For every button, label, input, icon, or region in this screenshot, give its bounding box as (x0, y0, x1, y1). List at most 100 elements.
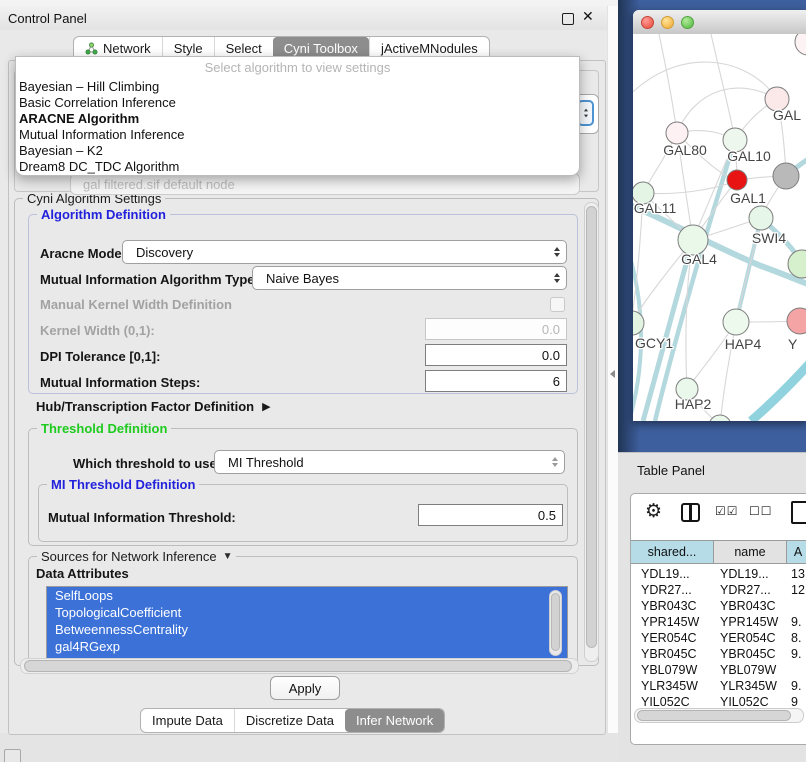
dropdown-item[interactable]: Mutual Information Inference (16, 127, 579, 143)
checkbox-unchecked-icon[interactable]: ☐☐ (749, 504, 773, 518)
node-gray[interactable] (773, 163, 799, 189)
tab-discretize-data[interactable]: Discretize Data (234, 709, 345, 732)
node-salmon[interactable] (787, 308, 806, 334)
settings-vertical-scrollbar[interactable] (584, 202, 599, 662)
tab-impute-data[interactable]: Impute Data (141, 709, 234, 732)
column-header-shared-name[interactable]: shared... (631, 541, 714, 563)
tab-network-label: Network (103, 41, 151, 56)
node-label: HAP2 (675, 396, 712, 412)
node-label: GAL80 (663, 142, 707, 158)
network-desktop: GAL GAL80 GAL10 GAL1 GAL11 GAL4 SWI4 GCY… (618, 0, 806, 452)
node-table-window: ⚙ ☑☑ ☐☐ shared... name A YDL19...YDL19..… (630, 493, 806, 745)
dropdown-item[interactable]: Dream8 DC_TDC Algorithm (16, 159, 579, 175)
gear-icon[interactable]: ⚙ (645, 500, 662, 523)
app-screen: Control Panel ✕ Network Style Select Cyn… (0, 0, 806, 762)
algorithm-dropdown-popup: Select algorithm to view settings Bayesi… (15, 56, 580, 176)
cyni-bottom-tabs: Impute Data Discretize Data Infer Networ… (140, 708, 445, 733)
manual-kernel-checkbox[interactable] (550, 297, 565, 312)
combo-stepper-icon (552, 457, 558, 467)
bottom-left-window-icon[interactable] (4, 749, 21, 762)
settings-horizontal-scrollbar[interactable] (20, 658, 579, 674)
threshold-definition-title: Threshold Definition (37, 421, 171, 436)
node-label: HAP4 (725, 336, 762, 352)
sources-group-title-row[interactable]: Sources for Network Inference ▼ (37, 549, 236, 564)
hub-definition-expander[interactable]: Hub/Transcription Factor Definition ▶ (36, 399, 271, 414)
node-label: GCY1 (635, 335, 673, 351)
attributes-scrollbar[interactable] (549, 590, 562, 656)
checkbox-checked-icon[interactable]: ☑☑ (715, 504, 739, 518)
dpi-tolerance-label: DPI Tolerance [0,1]: (40, 349, 160, 364)
mi-threshold-input[interactable]: 0.5 (418, 504, 563, 526)
columns-icon[interactable] (681, 503, 700, 522)
node-label: GAL (773, 107, 801, 123)
node-partial-right[interactable] (788, 250, 806, 278)
mi-steps-label: Mutual Information Steps: (40, 375, 200, 390)
hub-definition-label: Hub/Transcription Factor Definition (36, 399, 254, 414)
table-horizontal-scrollbar[interactable] (634, 708, 804, 723)
node-gal1-selected[interactable] (727, 170, 747, 190)
aracne-mode-combo[interactable]: Discovery (122, 240, 567, 264)
list-item[interactable]: gal4RGexp (47, 638, 567, 655)
dropdown-item[interactable]: Bayesian – K2 (16, 143, 579, 159)
apply-button[interactable]: Apply (270, 676, 340, 700)
list-item[interactable]: TopologicalCoefficient (47, 604, 567, 621)
combo-stepper-icon (554, 247, 560, 257)
node-swi4[interactable] (749, 206, 773, 230)
dropdown-item[interactable]: Bayesian – Hill Climbing (16, 79, 579, 95)
tab-infer-network[interactable]: Infer Network (345, 709, 444, 732)
algorithm-definition-title: Algorithm Definition (37, 207, 170, 222)
zoom-traffic-light[interactable] (681, 16, 694, 29)
node-label: GAL10 (727, 148, 771, 164)
node-hap4[interactable] (723, 309, 749, 335)
mi-algorithm-type-combo[interactable]: Naive Bayes (252, 266, 567, 290)
document-icon[interactable] (791, 501, 806, 524)
mi-threshold-definition-title: MI Threshold Definition (47, 477, 199, 492)
mi-steps-input[interactable]: 6 (425, 370, 567, 392)
splitter-collapse-icon[interactable] (610, 370, 615, 378)
column-header-name[interactable]: name (714, 541, 787, 563)
aracne-mode-label: Aracne Mode: (40, 246, 126, 261)
sources-group-title: Sources for Network Inference (41, 549, 217, 564)
network-canvas[interactable]: GAL GAL80 GAL10 GAL1 GAL11 GAL4 SWI4 GCY… (633, 34, 806, 421)
kernel-width-label: Kernel Width (0,1): (40, 323, 155, 338)
which-threshold-label: Which threshold to use: (73, 456, 221, 471)
table-row[interactable]: YPR145WYPR145W9. (631, 614, 806, 630)
node-label: Y (788, 336, 798, 352)
float-window-icon[interactable] (562, 13, 574, 25)
table-row[interactable]: YDR27...YDR27...12 (631, 582, 806, 598)
table-row[interactable]: YBR043CYBR043C (631, 598, 806, 614)
minimize-traffic-light[interactable] (661, 16, 674, 29)
table-header: shared... name A (631, 540, 806, 564)
control-panel-titlebar: Control Panel (0, 6, 607, 31)
dropdown-item[interactable]: Basic Correlation Inference (16, 95, 579, 111)
close-traffic-light[interactable] (641, 16, 654, 29)
table-row[interactable]: YBL079WYBL079W (631, 662, 806, 678)
node-label: GAL1 (730, 190, 766, 206)
data-attributes-list[interactable]: SelfLoops TopologicalCoefficient Between… (46, 586, 568, 660)
dropdown-prompt: Select algorithm to view settings (16, 57, 579, 79)
network-view-window: GAL GAL80 GAL10 GAL1 GAL11 GAL4 SWI4 GCY… (633, 10, 806, 421)
control-panel-title: Control Panel (8, 11, 87, 26)
node-partial-top[interactable] (795, 34, 806, 55)
close-icon[interactable]: ✕ (582, 8, 594, 25)
manual-kernel-label: Manual Kernel Width Definition (40, 297, 232, 312)
node-partial-bottom[interactable] (709, 415, 731, 421)
column-header-partial[interactable]: A (787, 541, 806, 563)
network-window-titlebar[interactable] (633, 10, 806, 35)
mi-threshold-label: Mutual Information Threshold: (48, 510, 236, 525)
which-threshold-combo[interactable]: MI Threshold (214, 450, 565, 474)
list-item[interactable]: SelfLoops (47, 587, 567, 604)
table-row[interactable]: YBR045CYBR045C9. (631, 646, 806, 662)
collapse-down-icon: ▼ (223, 551, 233, 562)
table-row[interactable]: YLR345WYLR345W9. (631, 678, 806, 694)
node-gal80[interactable] (666, 122, 688, 144)
dropdown-item-selected[interactable]: ARACNE Algorithm (16, 111, 579, 127)
table-row[interactable]: YER054CYER054C8. (631, 630, 806, 646)
dpi-tolerance-input[interactable]: 0.0 (425, 344, 567, 366)
table-row[interactable]: YDL19...YDL19...13 (631, 566, 806, 582)
kernel-width-input[interactable]: 0.0 (425, 318, 567, 340)
node-label: GAL4 (681, 251, 717, 267)
network-tab-icon (85, 42, 98, 55)
list-item[interactable]: BetweennessCentrality (47, 621, 567, 638)
network-selector-combo-disabled: gal filtered.sif default node (70, 173, 580, 195)
